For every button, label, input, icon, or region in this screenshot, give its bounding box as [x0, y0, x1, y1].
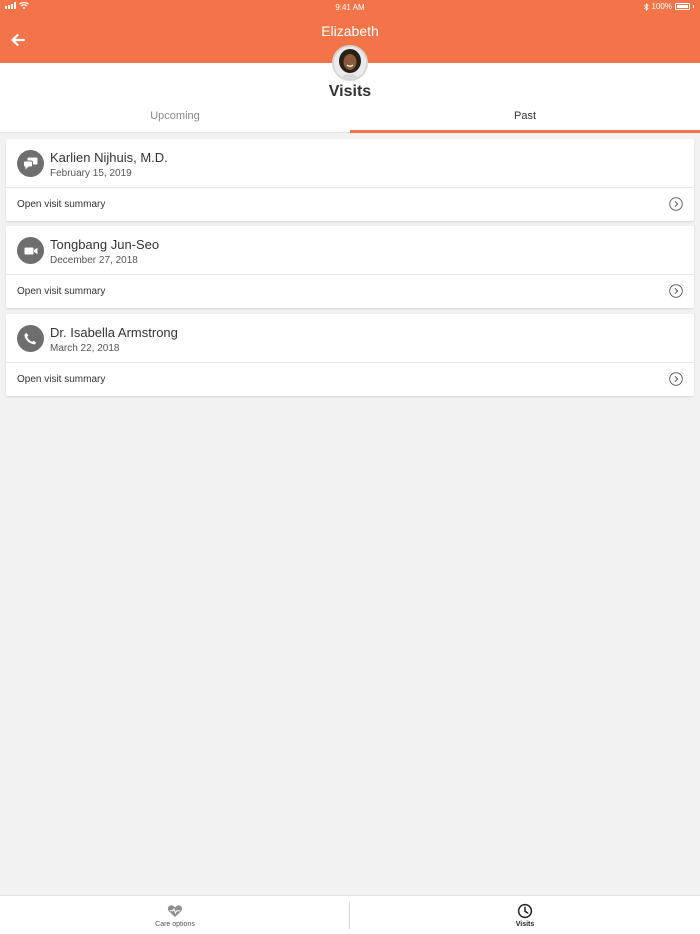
profile-photo — [334, 47, 366, 79]
status-time: 9:41 AM — [335, 3, 365, 12]
visit-card-header: Dr. Isabella Armstrong March 22, 2018 — [6, 314, 694, 363]
tabbar-care-options-label: Care options — [155, 921, 195, 928]
phone-icon — [17, 325, 44, 352]
bluetooth-icon — [643, 2, 649, 11]
tab-selected-indicator — [350, 130, 700, 133]
visit-card: Karlien Nijhuis, M.D. February 15, 2019 … — [6, 139, 694, 221]
battery-tip — [693, 5, 694, 8]
open-visit-summary-button[interactable]: Open visit summary — [6, 188, 694, 221]
visit-card: Tongbang Jun-Seo December 27, 2018 Open … — [6, 226, 694, 308]
tabbar-visits-label: Visits — [515, 921, 535, 928]
open-visit-summary-label: Open visit summary — [17, 374, 106, 385]
chevron-right-icon — [669, 372, 683, 386]
visit-card-header: Karlien Nijhuis, M.D. February 15, 2019 — [6, 139, 694, 188]
visits-tabs: Upcoming Past — [0, 104, 700, 133]
page-title: Visits — [328, 83, 372, 100]
open-visit-summary-button[interactable]: Open visit summary — [6, 363, 694, 396]
provider-name: Tongbang Jun-Seo — [50, 237, 160, 252]
visit-date: March 22, 2018 — [50, 343, 120, 354]
open-visit-summary-label: Open visit summary — [17, 199, 106, 210]
provider-name: Dr. Isabella Armstrong — [50, 325, 178, 340]
video-icon — [17, 237, 44, 264]
chevron-right-icon — [669, 197, 683, 211]
status-bar: 9:41 AM 100% — [0, 0, 700, 14]
tabbar-visits[interactable]: Visits — [350, 896, 700, 934]
battery-percent: 100% — [651, 2, 672, 11]
visit-date: December 27, 2018 — [50, 255, 138, 266]
tab-past[interactable]: Past — [350, 104, 700, 133]
battery-icon — [675, 3, 690, 10]
bottom-tab-bar: Care options Visits — [0, 895, 700, 934]
visit-card-header: Tongbang Jun-Seo December 27, 2018 — [6, 226, 694, 275]
tab-upcoming[interactable]: Upcoming — [0, 104, 350, 133]
clock-icon — [517, 903, 533, 919]
open-visit-summary-label: Open visit summary — [17, 286, 106, 297]
header-title: Elizabeth — [321, 23, 379, 39]
tabbar-care-options[interactable]: Care options — [0, 896, 350, 934]
chevron-right-icon — [669, 284, 683, 298]
visit-date: February 15, 2019 — [50, 168, 132, 179]
avatar — [332, 45, 368, 81]
visit-card: Dr. Isabella Armstrong March 22, 2018 Op… — [6, 314, 694, 396]
chat-icon — [17, 150, 44, 177]
status-right: 100% — [643, 2, 694, 11]
open-visit-summary-button[interactable]: Open visit summary — [6, 275, 694, 308]
heart-icon — [167, 905, 183, 917]
provider-name: Karlien Nijhuis, M.D. — [50, 150, 168, 165]
